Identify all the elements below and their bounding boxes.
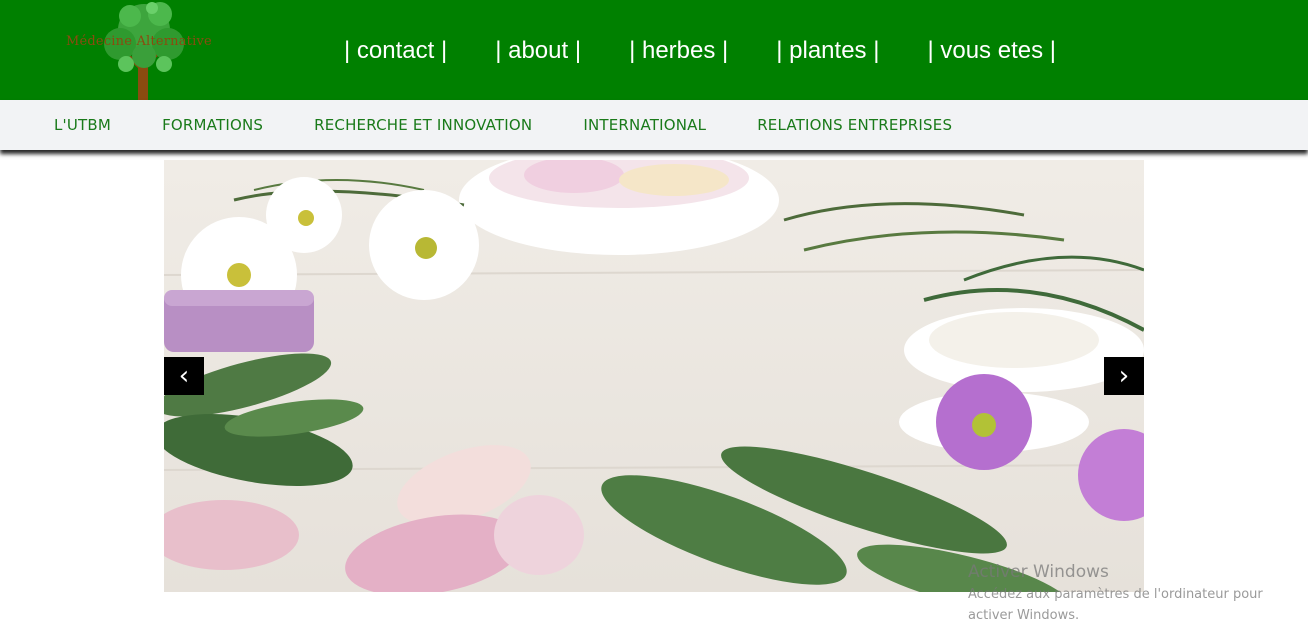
main-nav: | contact | | about | | herbes | | plant… bbox=[330, 34, 1090, 68]
windows-activation-watermark: Activer Windows Accédez aux paramètres d… bbox=[968, 562, 1288, 626]
nav-vous-etes[interactable]: | vous etes | bbox=[927, 37, 1056, 65]
nav-plantes[interactable]: | plantes | bbox=[776, 37, 879, 65]
herbs-flowers-slide-image bbox=[164, 160, 1144, 592]
subnav-utbm[interactable]: L'UTBM bbox=[54, 116, 111, 134]
watermark-subtitle: Accédez aux paramètres de l'ordinateur p… bbox=[968, 587, 1263, 623]
top-header: Médecine Alternative | contact | | about… bbox=[0, 0, 1308, 100]
subnav-international[interactable]: INTERNATIONAL bbox=[583, 116, 706, 134]
secondary-nav: L'UTBM FORMATIONS RECHERCHE ET INNOVATIO… bbox=[54, 100, 1003, 150]
watermark-title: Activer Windows bbox=[968, 562, 1109, 582]
site-logo[interactable]: Médecine Alternative bbox=[60, 0, 230, 100]
nav-about[interactable]: | about | bbox=[495, 37, 581, 65]
subnav-formations[interactable]: FORMATIONS bbox=[162, 116, 263, 134]
carousel-prev-button[interactable]: ‹ bbox=[164, 357, 204, 395]
nav-herbes[interactable]: | herbes | bbox=[629, 37, 728, 65]
subnav-recherche-innovation[interactable]: RECHERCHE ET INNOVATION bbox=[314, 116, 532, 134]
secondary-nav-bar: L'UTBM FORMATIONS RECHERCHE ET INNOVATIO… bbox=[0, 100, 1308, 150]
nav-contact[interactable]: | contact | bbox=[344, 37, 447, 65]
carousel-next-button[interactable]: › bbox=[1104, 357, 1144, 395]
image-carousel: ‹ › bbox=[164, 160, 1144, 592]
tree-logo-icon bbox=[104, 2, 184, 100]
subnav-relations-entreprises[interactable]: RELATIONS ENTREPRISES bbox=[757, 116, 952, 134]
logo-text: Médecine Alternative bbox=[66, 34, 212, 49]
